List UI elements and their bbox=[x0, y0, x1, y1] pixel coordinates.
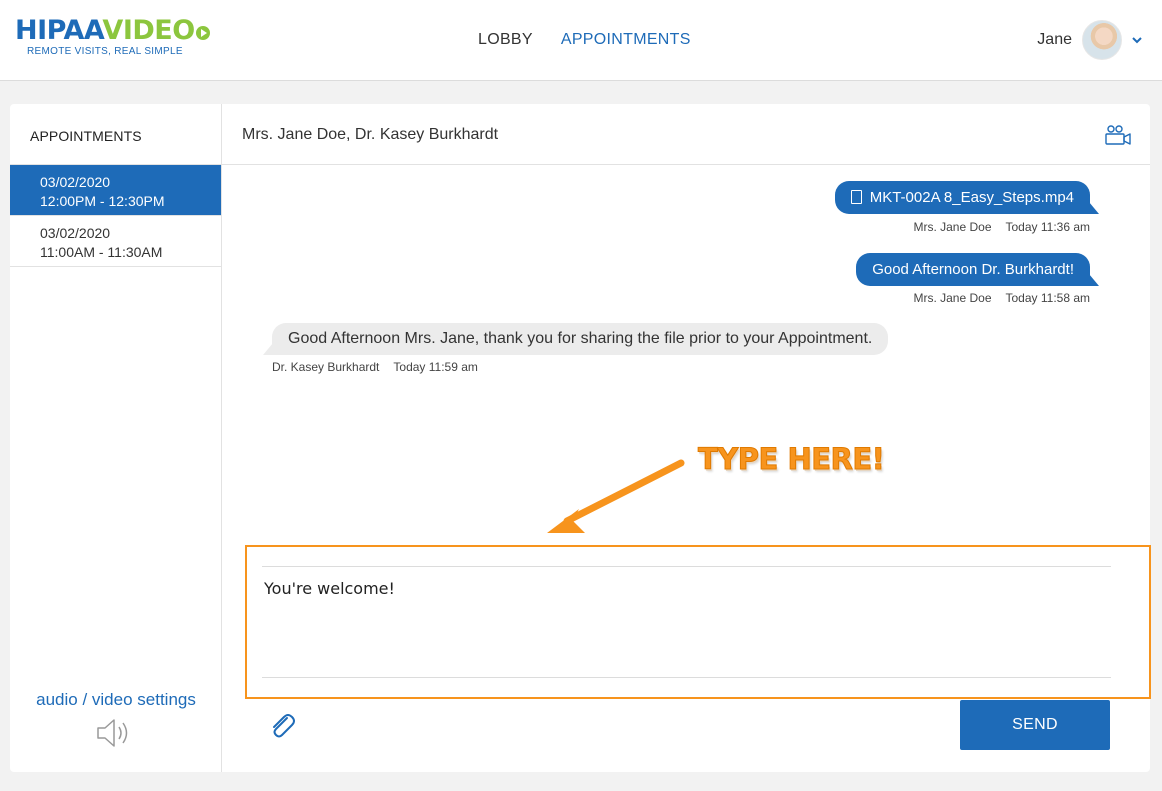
audio-video-settings-link[interactable]: audio / video settings bbox=[10, 690, 222, 710]
appointment-time: 12:00PM - 12:30PM bbox=[40, 193, 165, 209]
appointment-date: 03/02/2020 bbox=[40, 174, 111, 190]
appointment-time: 11:00AM - 11:30AM bbox=[40, 244, 163, 260]
message-sender: Dr. Kasey Burkhardt bbox=[272, 360, 380, 374]
message-text: MKT-002A 8_Easy_Steps.mp4 bbox=[869, 189, 1074, 206]
conversation-participants: Mrs. Jane Doe, Dr. Kasey Burkhardt bbox=[242, 126, 499, 143]
message-meta: Mrs. Jane Doe Today 11:58 am bbox=[913, 291, 1090, 305]
message-text: Good Afternoon Mrs. Jane, thank you for … bbox=[288, 330, 873, 347]
main-nav: LOBBY APPOINTMENTS bbox=[478, 31, 691, 49]
conversation-header: Mrs. Jane Doe, Dr. Kasey Burkhardt bbox=[222, 104, 1150, 165]
avatar[interactable] bbox=[1082, 20, 1122, 60]
user-name: Jane bbox=[1037, 31, 1072, 48]
chevron-down-icon[interactable] bbox=[1132, 35, 1142, 45]
logo-wordmark-part2: VIDEO bbox=[102, 15, 195, 46]
annotation-callout-text: TYPE HERE! bbox=[697, 442, 885, 477]
video-call-icon[interactable] bbox=[1104, 124, 1132, 146]
logo-tagline: REMOTE VISITS, REAL SIMPLE bbox=[27, 46, 183, 57]
logo-wordmark-part1: HIPAA bbox=[15, 15, 103, 46]
nav-appointments[interactable]: APPOINTMENTS bbox=[561, 31, 691, 49]
speaker-icon[interactable] bbox=[96, 716, 134, 750]
paperclip-icon[interactable] bbox=[266, 710, 298, 742]
sidebar-title: APPOINTMENTS bbox=[10, 104, 221, 165]
appointment-date: 03/02/2020 bbox=[40, 225, 111, 241]
message-sender: Mrs. Jane Doe bbox=[913, 220, 992, 234]
message-time: Today 11:58 am bbox=[1005, 291, 1091, 305]
message-bubble-outgoing[interactable]: Good Afternoon Dr. Burkhardt! bbox=[856, 253, 1099, 286]
message-time: Today 11:36 am bbox=[1005, 220, 1091, 234]
annotation-arrow-icon bbox=[547, 459, 685, 533]
appointments-sidebar: APPOINTMENTS 03/02/2020 12:00PM - 12:30P… bbox=[10, 104, 222, 772]
message-meta: Mrs. Jane Doe Today 11:36 am bbox=[913, 220, 1090, 234]
message-input[interactable]: You're welcome! bbox=[262, 566, 1111, 678]
nav-lobby[interactable]: LOBBY bbox=[478, 31, 533, 49]
message-bubble-incoming[interactable]: Good Afternoon Mrs. Jane, thank you for … bbox=[262, 323, 889, 355]
message-bubble-outgoing-file[interactable]: MKT-002A 8_Easy_Steps.mp4 bbox=[834, 181, 1100, 214]
play-icon bbox=[195, 26, 210, 40]
logo-wordmark: HIPAAVIDEO bbox=[15, 15, 210, 46]
top-bar: HIPAAVIDEO REMOTE VISITS, REAL SIMPLE LO… bbox=[0, 0, 1162, 81]
message-time: Today 11:59 am bbox=[393, 360, 478, 374]
appointment-item-selected[interactable]: 03/02/2020 12:00PM - 12:30PM bbox=[10, 165, 221, 216]
message-sender: Mrs. Jane Doe bbox=[913, 291, 992, 305]
hipaa-video-logo[interactable]: HIPAAVIDEO REMOTE VISITS, REAL SIMPLE bbox=[15, 15, 210, 64]
file-icon bbox=[850, 190, 862, 204]
user-menu[interactable]: Jane bbox=[1037, 20, 1142, 60]
message-text: Good Afternoon Dr. Burkhardt! bbox=[872, 261, 1074, 278]
message-meta: Dr. Kasey Burkhardt Today 11:59 am bbox=[272, 360, 478, 374]
send-button[interactable]: SEND bbox=[960, 700, 1110, 750]
appointment-item[interactable]: 03/02/2020 11:00AM - 11:30AM bbox=[10, 216, 221, 267]
